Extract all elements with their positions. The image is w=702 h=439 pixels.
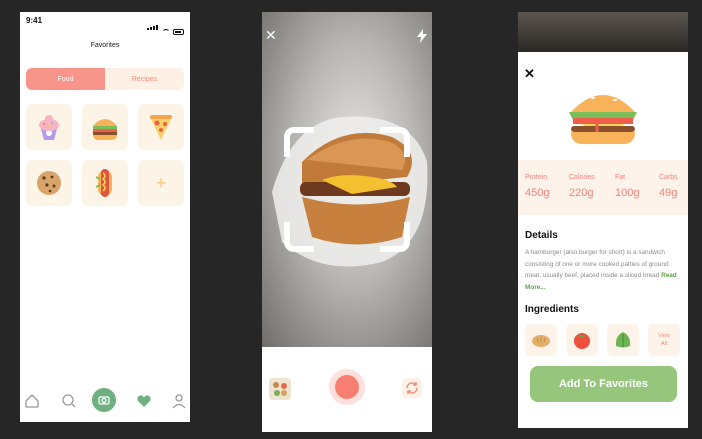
burger-photo (272, 116, 428, 267)
ingredient-bread[interactable] (525, 324, 557, 356)
view-all-ingredients-button[interactable]: View All (648, 324, 680, 356)
tab-recipes[interactable]: Recipes (105, 68, 184, 90)
tomato-icon (574, 333, 590, 349)
wifi-icon (162, 29, 170, 35)
food-detail-screen: ✕ Protein 450g Calories 220g Fat 100g Ca… (518, 12, 688, 428)
scan-frame-corner (380, 127, 410, 157)
add-favorite-button[interactable]: + (138, 160, 184, 206)
favorite-item-pizza[interactable] (138, 104, 184, 150)
bottom-nav (20, 382, 190, 422)
camera-preview: ✕ (262, 12, 432, 347)
category-segmented-control: Food Recipes (26, 68, 184, 90)
add-to-favorites-button[interactable]: Add To Favorites (530, 366, 677, 402)
profile-icon[interactable] (171, 393, 187, 409)
favorites-screen: 9:41 Favorites Food Recipes + (20, 12, 190, 422)
nutrition-calories: Calories 220g (569, 174, 595, 199)
ingredient-tomato[interactable] (566, 324, 598, 356)
ingredients-heading: Ingredients (525, 304, 579, 315)
flip-camera-icon (406, 382, 418, 394)
home-icon[interactable] (24, 393, 40, 409)
favorite-item-cookie[interactable] (26, 160, 72, 206)
header-photo-strip (518, 12, 688, 52)
scan-frame-corner (380, 222, 410, 252)
status-time: 9:41 (26, 16, 43, 25)
page-title: Favorites (90, 42, 120, 49)
hotdog-icon (95, 169, 112, 197)
status-bar: 9:41 (20, 12, 190, 35)
nutrition-carbs: Carbs 49g (659, 174, 678, 199)
gallery-thumbnail[interactable] (269, 378, 291, 400)
cupcake-icon (39, 115, 59, 140)
heart-icon[interactable] (136, 393, 152, 409)
shutter-button[interactable] (329, 369, 365, 405)
scan-frame-corner (284, 127, 314, 157)
camera-icon[interactable] (92, 388, 116, 412)
favorite-item-burger[interactable] (82, 104, 128, 150)
close-icon[interactable]: ✕ (524, 66, 535, 82)
flip-camera-button[interactable] (402, 378, 422, 398)
scan-frame-corner (284, 222, 314, 252)
battery-icon (173, 29, 184, 35)
bread-icon (532, 335, 550, 347)
search-icon[interactable] (61, 393, 77, 409)
nutrition-panel: Protein 450g Calories 220g Fat 100g Carb… (518, 160, 688, 215)
favorite-item-cupcake[interactable] (26, 104, 72, 150)
ingredient-lettuce[interactable] (607, 324, 639, 356)
cookie-icon (37, 171, 61, 195)
tab-food[interactable]: Food (26, 68, 105, 90)
camera-scan-screen: ✕ (262, 12, 432, 432)
burger-icon (93, 119, 117, 140)
pizza-icon (150, 115, 172, 140)
food-description: A hamburger (also burger for short) is a… (525, 249, 677, 291)
lettuce-icon (615, 332, 631, 348)
nutrition-fat: Fat 100g (615, 174, 640, 199)
add-icon: + (155, 172, 167, 193)
burger-hero-icon (569, 93, 637, 144)
favorite-item-hotdog[interactable] (82, 160, 128, 206)
details-heading: Details (525, 230, 558, 241)
signal-icon (147, 17, 159, 35)
close-icon[interactable]: ✕ (265, 27, 277, 44)
nutrition-protein: Protein 450g (525, 174, 550, 199)
flash-icon[interactable] (417, 29, 427, 43)
